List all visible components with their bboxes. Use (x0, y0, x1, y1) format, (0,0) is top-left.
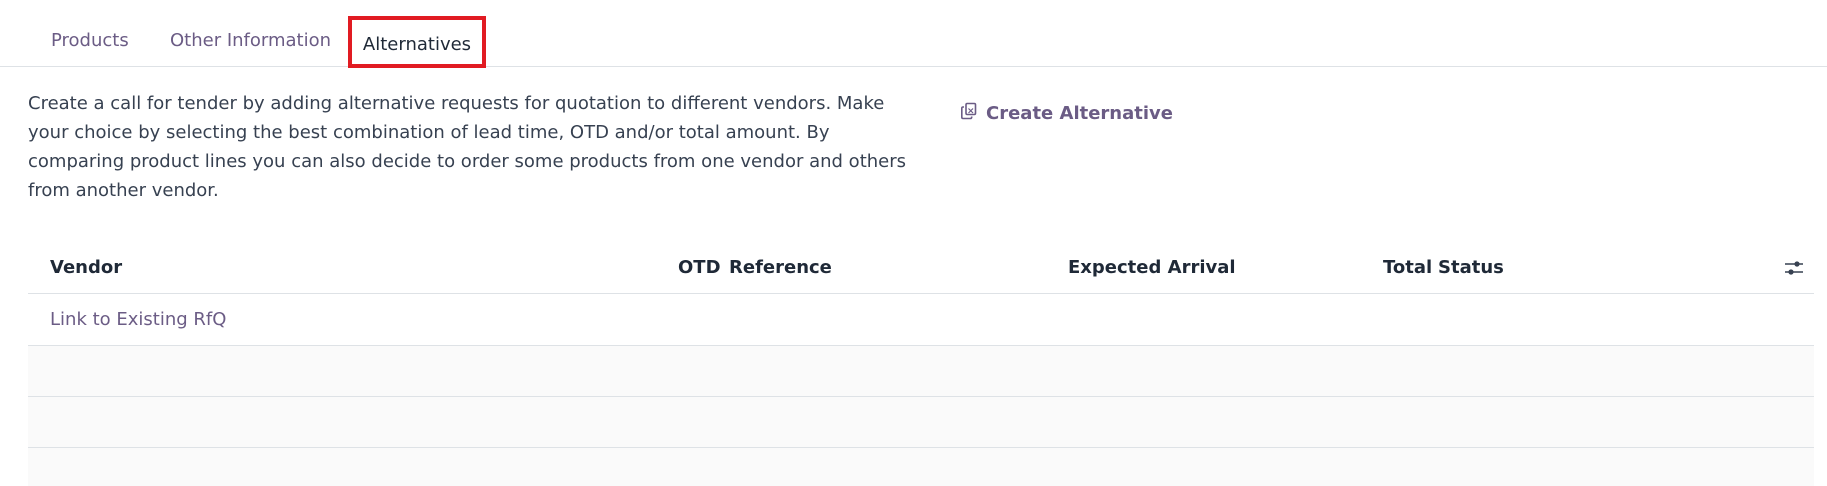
tab-products[interactable]: Products (51, 16, 129, 66)
alternatives-description: Create a call for tender by adding alter… (28, 93, 907, 201)
sliders-icon[interactable] (1784, 258, 1804, 278)
table-header: Vendor OTD Reference Expected Arrival To… (28, 243, 1814, 294)
copy-icon (960, 102, 978, 125)
column-header-vendor[interactable]: Vendor (50, 243, 122, 293)
notebook-tabs: Products Other Information Alternatives (0, 0, 1827, 68)
column-header-otd[interactable]: OTD (678, 243, 721, 293)
create-alternative-label: Create Alternative (986, 102, 1173, 124)
tab-other-information[interactable]: Other Information (170, 16, 331, 66)
tab-alternatives[interactable]: Alternatives (348, 16, 486, 68)
purchase-form-notebook: Products Other Information Alternatives … (0, 0, 1827, 486)
table-row: Link to Existing RfQ (28, 294, 1814, 346)
column-header-reference[interactable]: Reference (729, 243, 832, 293)
alternatives-table: Vendor OTD Reference Expected Arrival To… (28, 243, 1814, 486)
column-header-status[interactable]: Status (1438, 243, 1504, 293)
table-row (28, 397, 1814, 448)
table-row (28, 448, 1814, 486)
link-existing-rfq-button[interactable]: Link to Existing RfQ (50, 294, 226, 346)
create-alternative-button[interactable]: Create Alternative (960, 100, 1173, 126)
table-row (28, 346, 1814, 397)
column-header-expected-arrival[interactable]: Expected Arrival (1068, 243, 1236, 293)
column-header-total[interactable]: Total (1383, 243, 1432, 293)
